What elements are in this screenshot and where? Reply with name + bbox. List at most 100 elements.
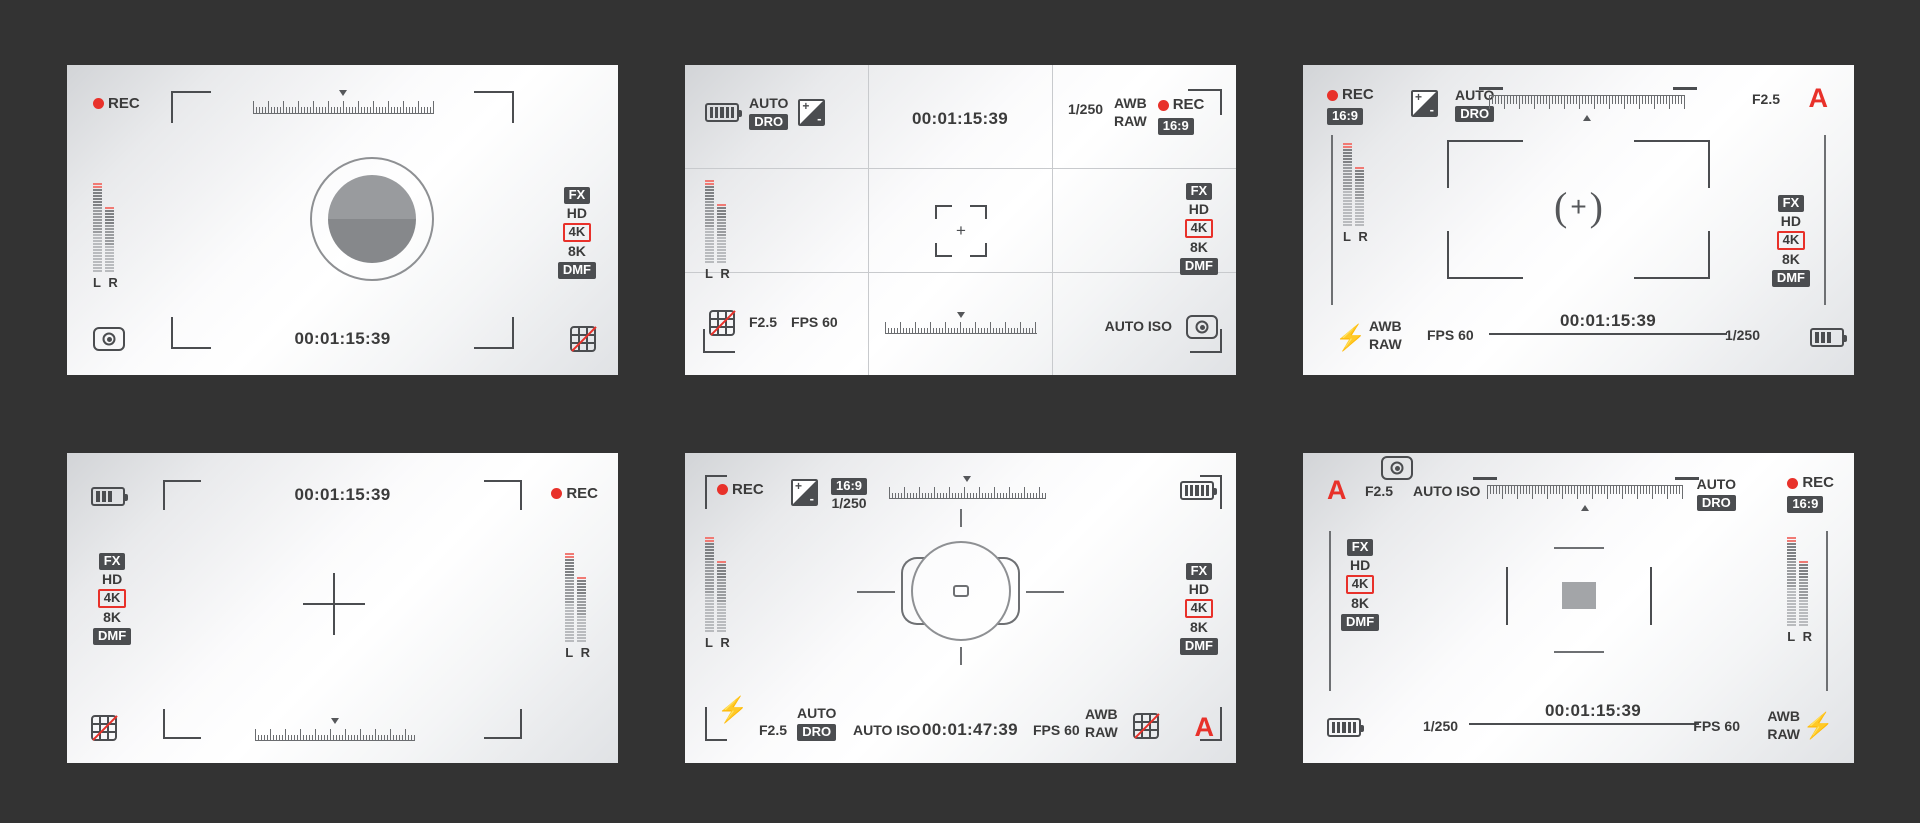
- auto-label: AUTO: [1696, 476, 1736, 492]
- corner-bracket-top-left: [171, 91, 211, 123]
- exposure-ruler-top: [1479, 87, 1697, 121]
- timecode-underline: [1489, 333, 1727, 335]
- auto-iso-label: AUTO ISO: [853, 721, 921, 738]
- chip-dro[interactable]: DRO: [1696, 494, 1736, 512]
- audio-meter-right: L R: [565, 553, 592, 660]
- exposure-ruler-top: [1473, 477, 1699, 511]
- aperture-value: F2.5: [1365, 483, 1394, 499]
- panel-6-viewfinder-spot-meter[interactable]: A F2.5 AUTO ISO AUTO DRO +- REC 16:9 FX: [1303, 453, 1854, 763]
- chip-dmf[interactable]: DMF: [1179, 257, 1218, 275]
- chip-ratio[interactable]: 16:9: [831, 478, 868, 495]
- corner-bracket-bottom-right: [1190, 329, 1222, 353]
- focus-box-icon: +: [935, 205, 987, 257]
- shutter-speed: 1/250: [1724, 326, 1760, 343]
- exposure-ruler-top: [889, 476, 1046, 499]
- grid-off-icon[interactable]: [91, 715, 118, 741]
- cell-top-left: AUTO DRO + -: [705, 95, 826, 131]
- chip-fx[interactable]: FX: [1185, 183, 1213, 200]
- audio-meter-left: L R: [705, 180, 732, 281]
- grid-off-icon[interactable]: [570, 326, 597, 352]
- corner-bracket-bottom-right: [1200, 707, 1222, 741]
- chip-ratio[interactable]: 16:9: [1157, 118, 1194, 136]
- chip-dmf[interactable]: DMF: [1179, 637, 1218, 655]
- chip-4k[interactable]: 4K: [1184, 219, 1214, 239]
- a-mode-label: A: [1808, 83, 1829, 113]
- resolution-stack[interactable]: FX HD 4K 8K DMF: [1179, 183, 1218, 275]
- rec-indicator: REC: [1787, 473, 1834, 493]
- panel-1-viewfinder-classic-center-dot[interactable]: REC L R FX HD 4K 8K DMF 00:01:15:39: [67, 65, 618, 375]
- exposure-comp-icon[interactable]: + -: [1411, 90, 1438, 117]
- rec-label: REC: [732, 481, 764, 498]
- rec-label: REC: [566, 485, 598, 502]
- rec-label: REC: [108, 95, 140, 112]
- timecode-display: 00:01:15:39: [1560, 311, 1656, 330]
- chip-8k[interactable]: 8K: [1782, 251, 1800, 269]
- chip-hd[interactable]: HD: [567, 205, 587, 223]
- chip-dmf[interactable]: DMF: [1771, 269, 1810, 287]
- awb-label: AWB: [1369, 318, 1402, 334]
- ratio-shutter-group[interactable]: 16:9 1/250: [831, 476, 868, 513]
- awb-label: AWB: [1114, 95, 1147, 111]
- exposure-comp-icon[interactable]: + -: [798, 99, 826, 127]
- flash-icon[interactable]: ⚡: [717, 698, 748, 723]
- dro-group[interactable]: AUTO DRO: [749, 95, 788, 131]
- dro-group[interactable]: AUTO DRO: [1697, 476, 1736, 512]
- audio-bars: [565, 553, 587, 642]
- metering-icon[interactable]: [1381, 456, 1413, 480]
- spot-meter-block: [1561, 582, 1596, 609]
- rec-dot-icon: [93, 98, 104, 109]
- corner-bracket-bottom-right: [484, 709, 522, 739]
- chip-ratio[interactable]: 16:9: [1327, 108, 1364, 126]
- rec-indicator: REC: [93, 95, 140, 112]
- resolution-stack[interactable]: FX HD 4K 8K DMF: [1179, 563, 1218, 655]
- flash-icon[interactable]: ⚡: [1803, 714, 1834, 739]
- chip-8k[interactable]: 8K: [1190, 239, 1208, 257]
- exposure-comp-icon[interactable]: + -: [791, 479, 818, 506]
- panel-4-viewfinder-minimal-crosshair[interactable]: 00:01:15:39 REC FX HD 4K 8K DMF L R: [67, 453, 618, 763]
- timecode-underline: [1469, 723, 1699, 725]
- chip-dmf[interactable]: DMF: [557, 261, 596, 279]
- flash-icon[interactable]: ⚡: [1335, 326, 1366, 351]
- raw-label: RAW: [1085, 723, 1118, 740]
- chip-4k[interactable]: 4K: [562, 223, 592, 243]
- chip-4k[interactable]: 4K: [1184, 599, 1214, 619]
- chip-hd[interactable]: HD: [1189, 581, 1209, 599]
- chip-ratio[interactable]: 16:9: [1787, 496, 1824, 514]
- chip-dro[interactable]: DRO: [797, 723, 837, 741]
- resolution-stack[interactable]: FX HD 4K 8K DMF: [93, 553, 132, 645]
- chip-8k[interactable]: 8K: [103, 609, 121, 627]
- audio-bars: [93, 183, 114, 272]
- grid-off-icon[interactable]: [1133, 713, 1160, 739]
- chip-8k[interactable]: 8K: [1190, 619, 1208, 637]
- chip-hd[interactable]: HD: [1189, 201, 1209, 219]
- audio-lr-label: L R: [1343, 229, 1370, 244]
- auto-label: AUTO: [797, 705, 837, 722]
- resolution-stack[interactable]: FX HD 4K 8K DMF: [557, 187, 596, 279]
- panel-3-viewfinder-wide-bracket[interactable]: REC 16:9 + - AUTO DRO F2.5 A L R (+) F…: [1303, 65, 1854, 375]
- rec-dot-icon: [1157, 99, 1169, 111]
- rec-label: REC: [1802, 474, 1834, 491]
- chip-fx[interactable]: FX: [1185, 563, 1213, 580]
- panel-5-viewfinder-focus-ring[interactable]: REC + - 16:9 1/250 L R FX HD 4K 8K DMF ⚡…: [685, 453, 1236, 763]
- chip-4k[interactable]: 4K: [1776, 231, 1806, 251]
- raw-label: RAW: [1767, 725, 1800, 742]
- raw-label: RAW: [1369, 335, 1402, 352]
- audio-meter-right: L R: [1787, 537, 1814, 644]
- chip-hd[interactable]: HD: [1781, 213, 1801, 231]
- dro-group[interactable]: AUTO DRO: [797, 705, 836, 741]
- chip-8k[interactable]: 8K: [568, 243, 586, 261]
- rec-indicator: REC: [551, 485, 598, 502]
- panel-2-viewfinder-thirds-grid[interactable]: AUTO DRO + - 00:01:15:39 1/250 AWB RAW RE…: [685, 65, 1236, 375]
- chip-hd[interactable]: HD: [102, 571, 122, 589]
- chip-dmf[interactable]: DMF: [93, 627, 132, 645]
- corner-bracket-top-right: [474, 91, 514, 123]
- battery-icon: [1810, 328, 1847, 347]
- chip-fx[interactable]: FX: [563, 187, 591, 204]
- chip-fx[interactable]: FX: [98, 553, 126, 570]
- chip-4k[interactable]: 4K: [97, 589, 127, 609]
- resolution-stack[interactable]: FX HD 4K 8K DMF: [1771, 195, 1810, 287]
- chip-dro[interactable]: DRO: [749, 113, 789, 131]
- chip-fx[interactable]: FX: [1777, 195, 1805, 212]
- timecode-display: 00:01:47:39: [922, 720, 1018, 739]
- timecode-display: 00:01:15:39: [294, 485, 391, 504]
